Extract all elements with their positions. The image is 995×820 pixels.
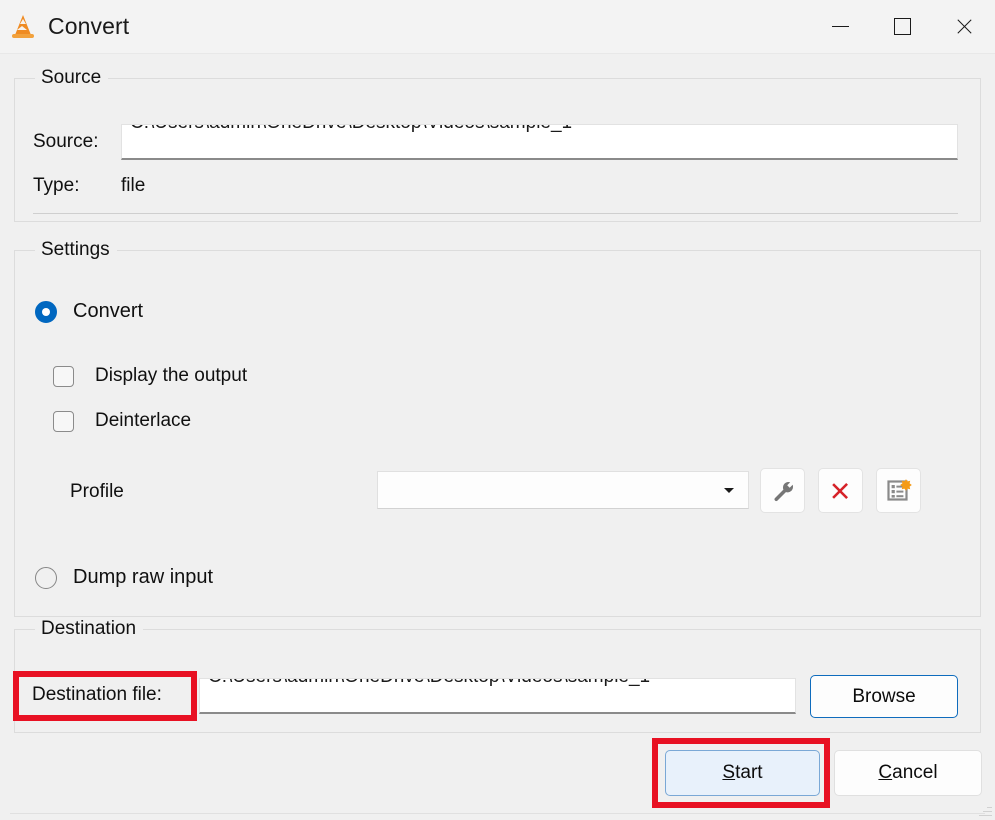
start-rest-chars: tart bbox=[735, 762, 763, 783]
wrench-icon bbox=[773, 481, 793, 501]
start-button[interactable]: Start bbox=[665, 750, 820, 796]
destination-file-label: Destination file: bbox=[32, 684, 162, 705]
source-input-value: C:\Users\admin\OneDrive\Desktop\Videos\s… bbox=[130, 125, 572, 132]
destination-file-value: C:\Users\admin\OneDrive\Desktop\Videos\s… bbox=[208, 679, 650, 686]
destination-group-title: Destination bbox=[35, 618, 144, 640]
start-accel-char: S bbox=[722, 762, 736, 783]
new-profile-icon bbox=[886, 478, 912, 501]
source-label: Source: bbox=[33, 131, 99, 152]
dump-raw-input-label: Dump raw input bbox=[73, 566, 214, 588]
chevron-down-icon bbox=[724, 487, 734, 493]
profile-select[interactable] bbox=[377, 471, 749, 509]
close-button[interactable] bbox=[933, 0, 995, 53]
window-title: Convert bbox=[48, 13, 130, 39]
cancel-button-label: Cancel bbox=[878, 762, 937, 784]
convert-radio[interactable]: Convert bbox=[35, 300, 143, 323]
source-divider bbox=[33, 213, 958, 214]
minimize-button[interactable] bbox=[809, 0, 871, 53]
delete-profile-button[interactable] bbox=[818, 468, 863, 513]
checkbox-unchecked-icon bbox=[53, 365, 74, 387]
cancel-rest-chars: ancel bbox=[892, 762, 938, 783]
profile-label: Profile bbox=[70, 481, 124, 502]
start-button-label: Start bbox=[722, 762, 762, 784]
deinterlace-label: Deinterlace bbox=[95, 410, 192, 431]
settings-group: Settings bbox=[14, 239, 981, 617]
window-controls bbox=[809, 0, 995, 53]
edit-profile-button[interactable] bbox=[760, 468, 805, 513]
deinterlace-checkbox[interactable]: Deinterlace bbox=[53, 410, 191, 432]
bottom-separator bbox=[10, 813, 985, 814]
settings-group-title: Settings bbox=[35, 239, 117, 261]
destination-file-input[interactable]: C:\Users\admin\OneDrive\Desktop\Videos\s… bbox=[199, 678, 796, 714]
dump-raw-input-radio[interactable]: Dump raw input bbox=[35, 566, 213, 589]
convert-radio-label: Convert bbox=[73, 300, 144, 322]
red-x-icon bbox=[831, 482, 848, 499]
display-output-checkbox[interactable]: Display the output bbox=[53, 365, 247, 387]
close-icon bbox=[955, 17, 974, 36]
maximize-button[interactable] bbox=[871, 0, 933, 53]
browse-button[interactable]: Browse bbox=[810, 675, 958, 718]
maximize-icon bbox=[893, 18, 911, 35]
checkbox-unchecked-icon bbox=[53, 410, 74, 432]
source-input[interactable]: C:\Users\admin\OneDrive\Desktop\Videos\s… bbox=[121, 124, 958, 160]
radio-unselected-icon bbox=[35, 566, 57, 589]
type-value: file bbox=[121, 175, 146, 196]
vlc-cone-icon bbox=[12, 14, 36, 40]
minimize-icon bbox=[831, 26, 849, 27]
resize-grip[interactable] bbox=[976, 802, 992, 818]
title-bar: Convert bbox=[0, 0, 995, 54]
type-label: Type: bbox=[33, 175, 80, 196]
display-output-label: Display the output bbox=[95, 365, 248, 386]
radio-selected-icon bbox=[35, 300, 57, 323]
cancel-accel-char: C bbox=[878, 762, 893, 783]
new-profile-button[interactable] bbox=[876, 468, 921, 513]
source-group-title: Source bbox=[35, 67, 109, 89]
cancel-button[interactable]: Cancel bbox=[834, 750, 982, 796]
